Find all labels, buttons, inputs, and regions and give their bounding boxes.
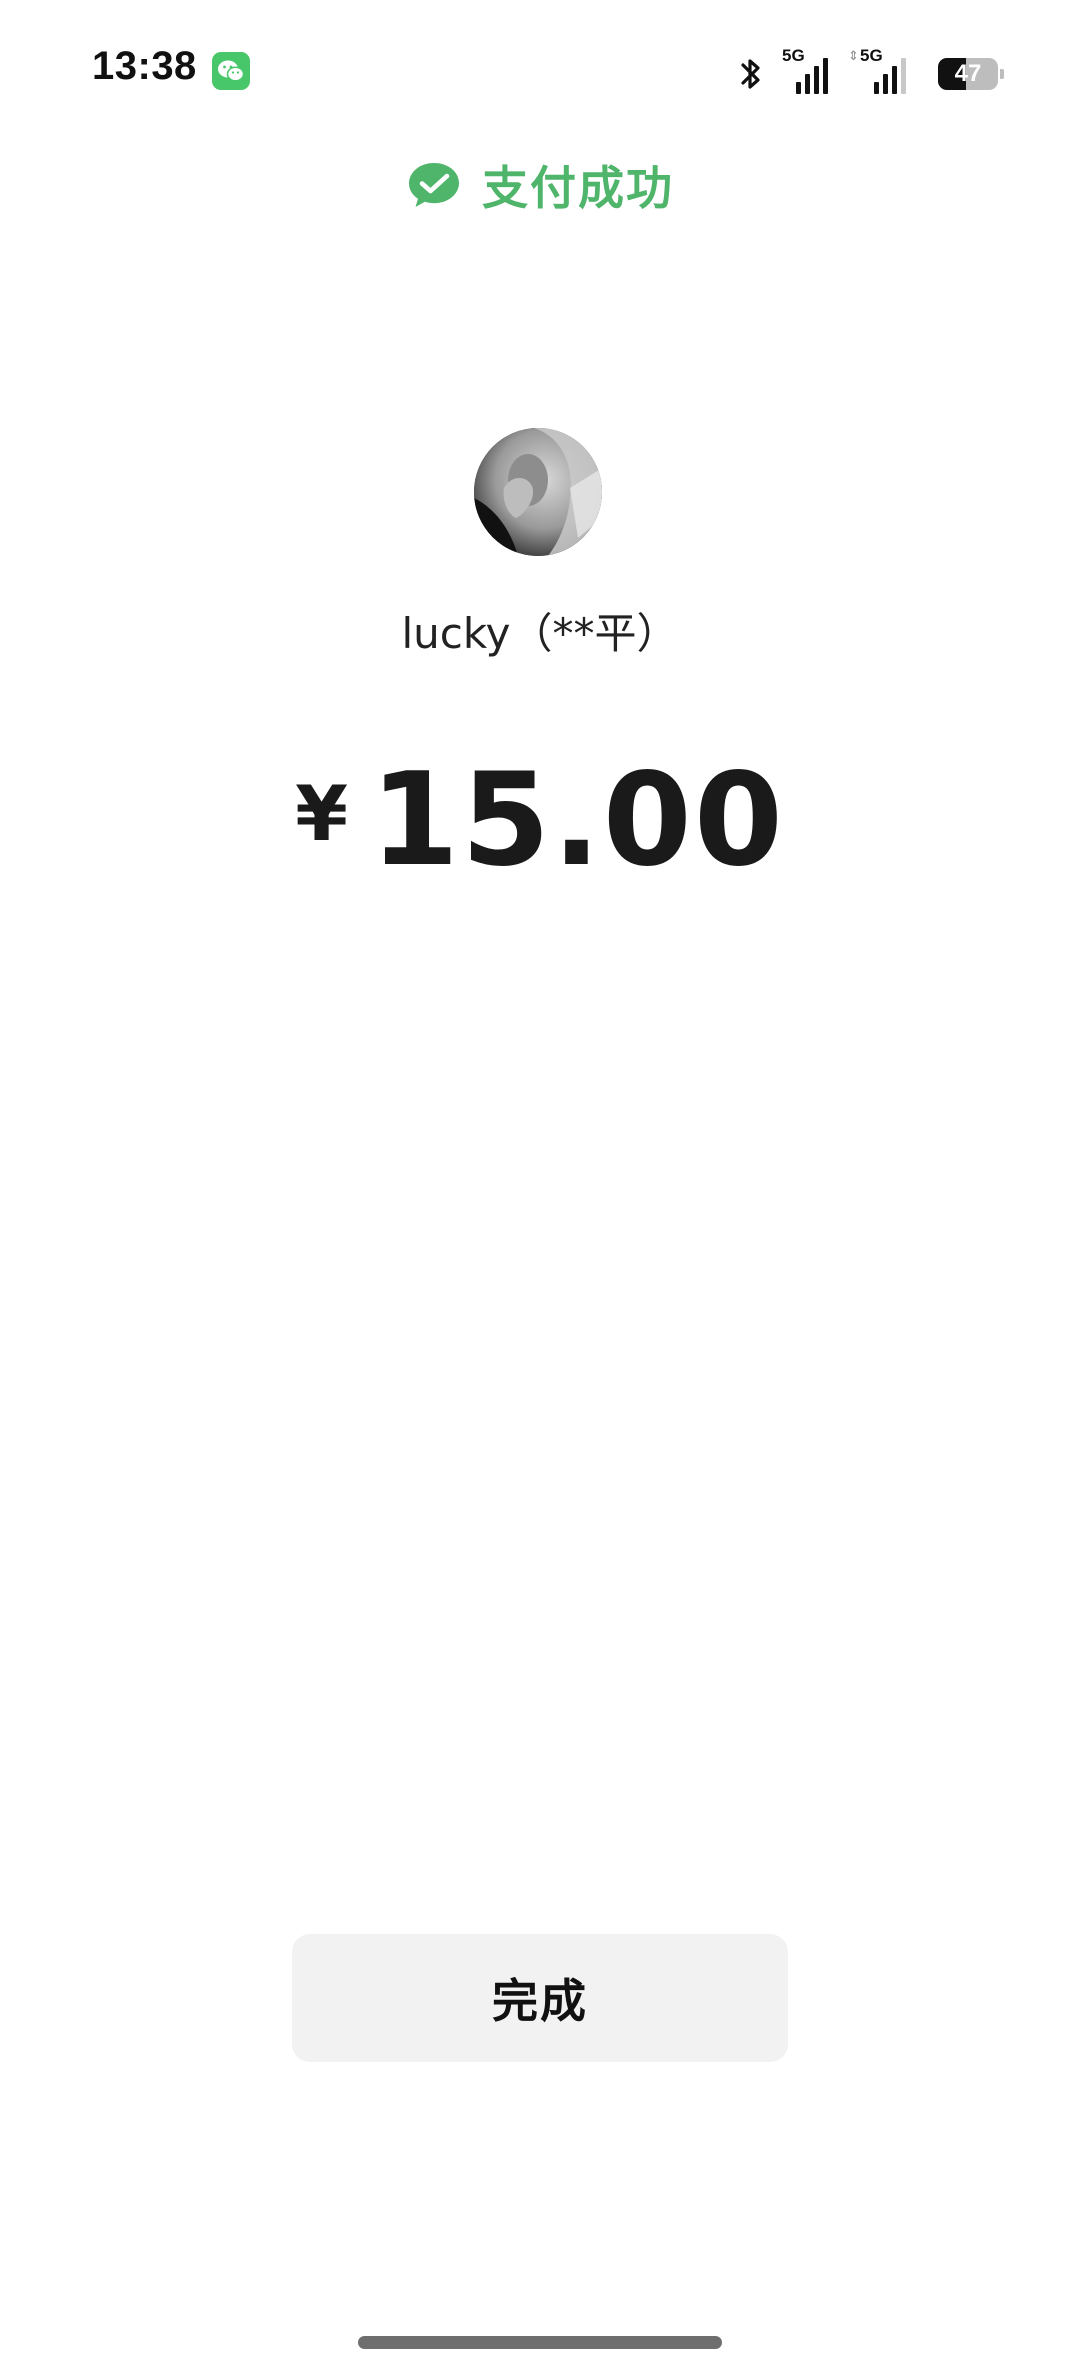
- signal-bars-icon: [796, 58, 828, 94]
- avatar: [474, 428, 602, 556]
- currency-symbol: ¥: [295, 768, 348, 858]
- status-time: 13:38: [92, 44, 197, 88]
- status-bar: 13:38 5G ⇕ 5G 47: [0, 0, 1080, 140]
- status-indicators: 5G ⇕ 5G 47: [738, 46, 1004, 94]
- done-button-label: 完成: [492, 1974, 588, 2028]
- home-indicator[interactable]: [358, 2336, 722, 2349]
- signal-strength-sim2: ⇕ 5G: [848, 46, 920, 94]
- payment-success-header: 支付成功: [0, 150, 1080, 220]
- signal-strength-sim1: 5G: [782, 46, 842, 94]
- bluetooth-icon: [741, 59, 760, 89]
- page-title: 支付成功: [482, 161, 674, 215]
- battery-icon: 47: [938, 58, 1004, 90]
- amount-value: 15.00: [370, 745, 785, 895]
- data-transfer-icon: ⇕: [848, 48, 859, 63]
- payee-name: lucky（**平）: [401, 609, 679, 658]
- wechat-pay-check-icon: [409, 163, 459, 207]
- payment-amount: ¥ 15.00: [0, 746, 1080, 895]
- done-button[interactable]: 完成: [292, 1934, 788, 2062]
- wechat-icon: [212, 52, 250, 90]
- signal-bars-icon: [874, 58, 906, 94]
- battery-percent: 47: [954, 60, 982, 87]
